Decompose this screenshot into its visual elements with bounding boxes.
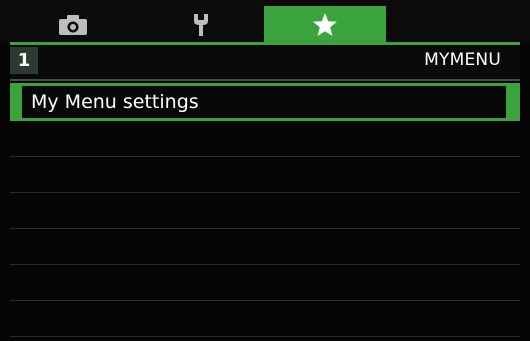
empty-row [10, 157, 520, 193]
empty-row [10, 229, 520, 265]
menu-list: My Menu settings [10, 81, 520, 337]
tab-setup[interactable] [138, 6, 264, 44]
camera-icon [59, 15, 87, 35]
menu-item-label: My Menu settings [22, 86, 506, 118]
menu-item-my-menu-settings[interactable]: My Menu settings [10, 83, 520, 121]
empty-row [10, 121, 520, 157]
tab-bar [0, 0, 530, 44]
empty-row [10, 193, 520, 229]
page-number-badge: 1 [10, 47, 38, 74]
tab-mymenu[interactable] [264, 6, 386, 44]
empty-row [10, 265, 520, 301]
menu-title: MYMENU [424, 50, 501, 70]
star-icon [313, 13, 337, 36]
wrench-icon [194, 14, 208, 36]
tab-shooting[interactable] [10, 6, 136, 44]
empty-row [10, 301, 520, 337]
